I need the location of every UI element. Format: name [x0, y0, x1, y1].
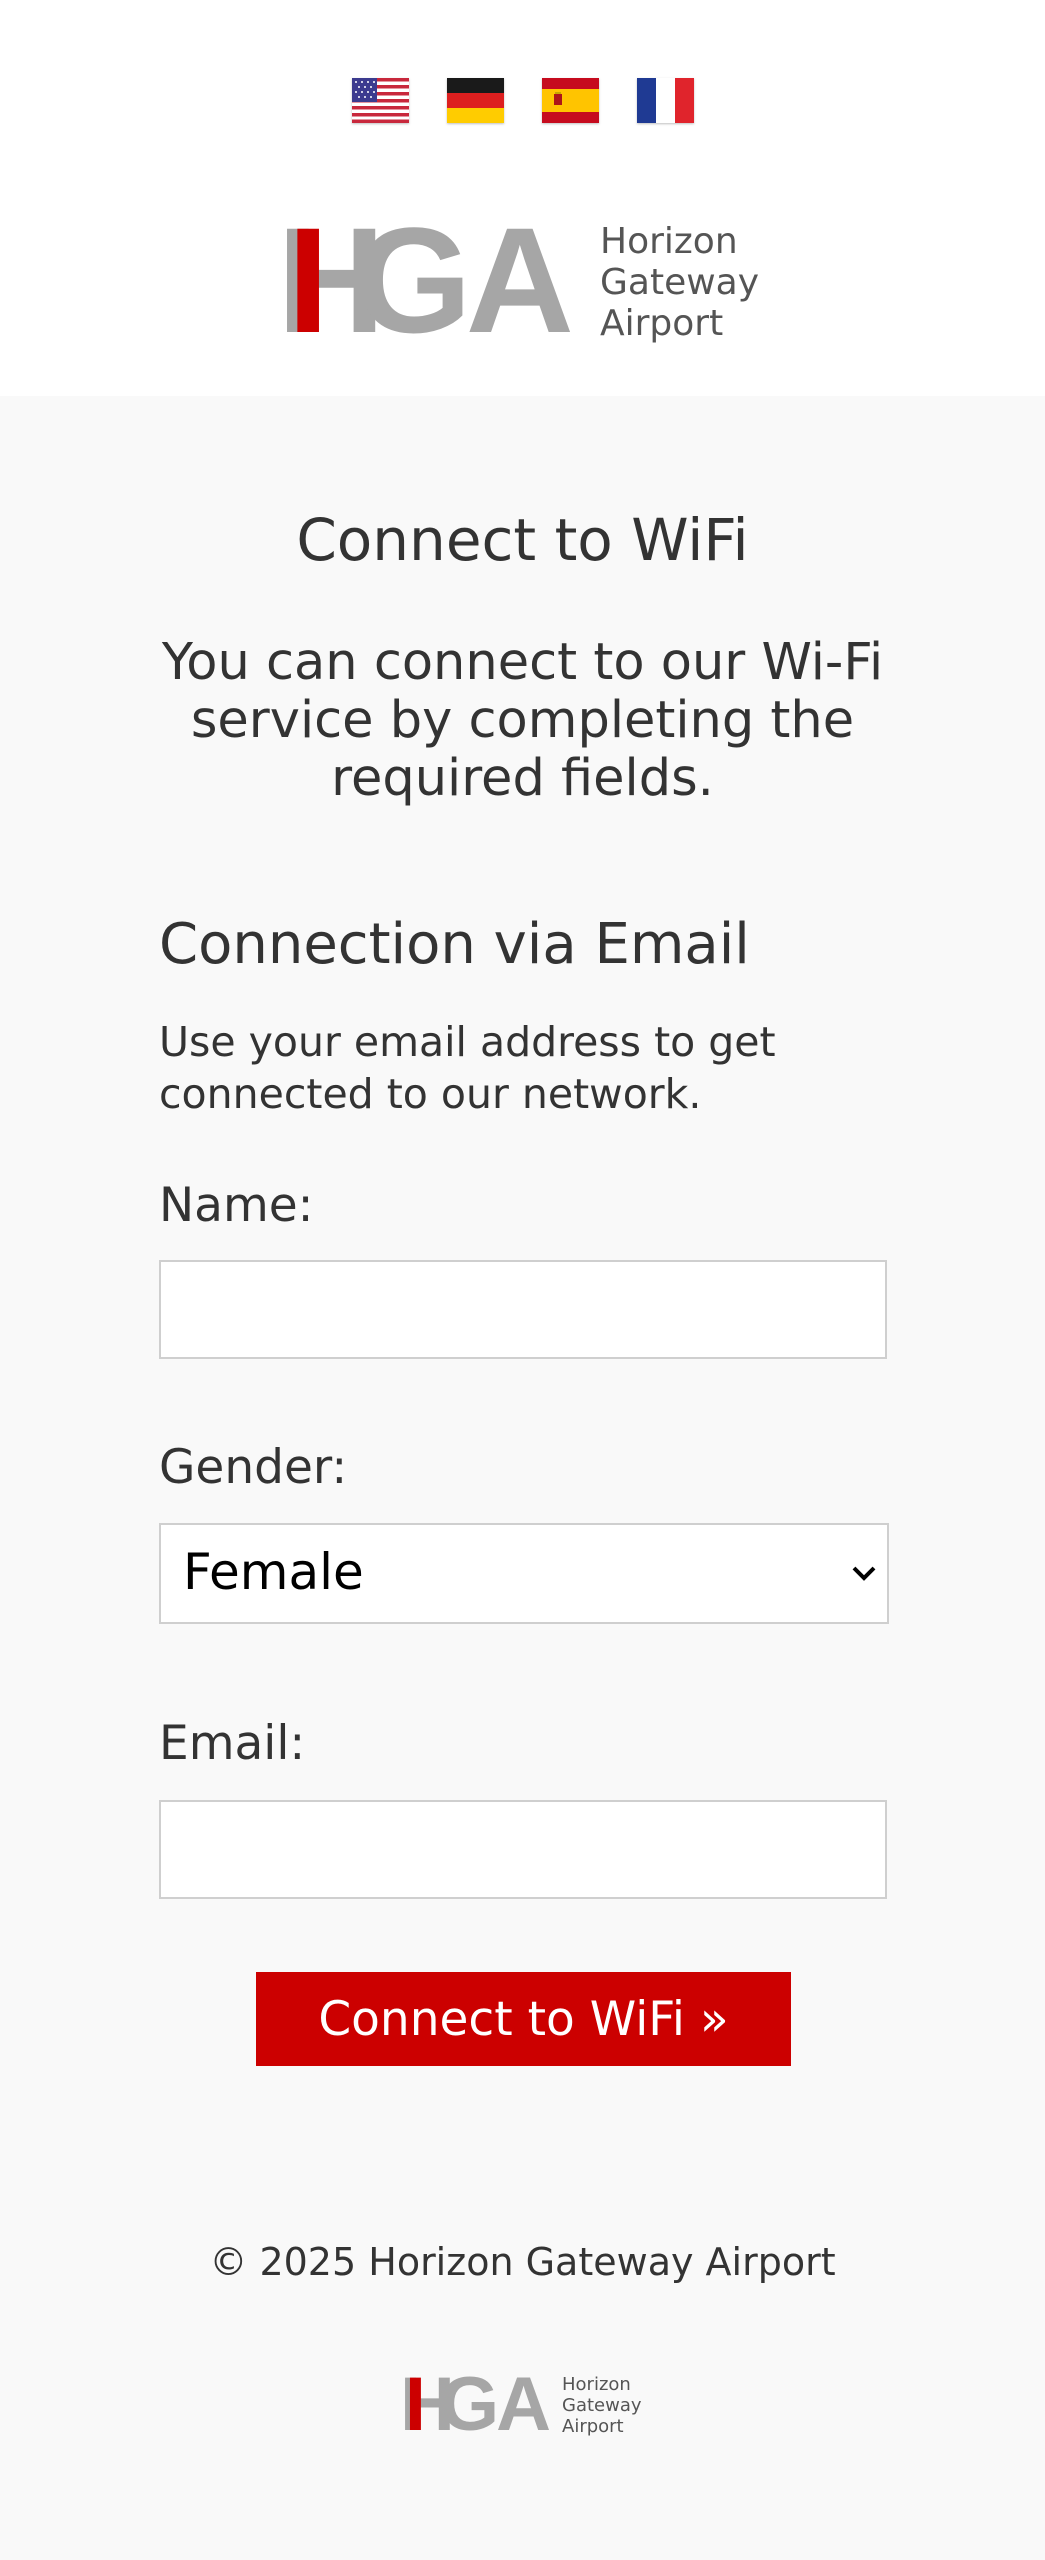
- logo-initials: HI GA: [277, 220, 571, 345]
- name-input[interactable]: [159, 1260, 887, 1359]
- footer-logo: HI GA Horizon Gateway Airport: [400, 2372, 642, 2438]
- logo-line-3: Airport: [600, 303, 723, 344]
- section-title: Connection via Email: [159, 912, 750, 977]
- airport-logo: HI GA Horizon Gateway Airport: [277, 220, 759, 345]
- france-flag-icon[interactable]: [636, 78, 694, 123]
- logo-line-2: Gateway: [600, 262, 759, 303]
- page-header: HI GA Horizon Gateway Airport: [0, 0, 1045, 396]
- footer-logo-line-2: Gateway: [562, 2395, 642, 2416]
- footer-logo-initials: HI GA: [400, 2372, 549, 2438]
- footer-logo-line-3: Airport: [562, 2416, 624, 2437]
- logo-line-1: Horizon: [600, 221, 738, 262]
- language-selector: [0, 78, 1045, 123]
- section-description: Use your email address to get connected …: [159, 1018, 776, 1118]
- gender-label: Gender:: [159, 1440, 348, 1495]
- intro-text: You can connect to our Wi-Fi service by …: [161, 633, 884, 808]
- germany-flag-icon[interactable]: [446, 78, 504, 123]
- page-title: Connect to WiFi: [296, 506, 749, 574]
- chevron-down-icon: [852, 1566, 876, 1581]
- us-flag-icon[interactable]: [351, 78, 409, 123]
- email-input[interactable]: [159, 1800, 887, 1899]
- email-label: Email:: [159, 1716, 306, 1771]
- footer-logo-line-1: Horizon: [562, 2374, 631, 2395]
- name-label: Name:: [159, 1178, 314, 1233]
- copyright-text: © 2025 Horizon Gateway Airport: [209, 2240, 836, 2284]
- spain-flag-icon[interactable]: [541, 78, 599, 123]
- gender-select[interactable]: Female: [159, 1523, 889, 1624]
- connect-wifi-button[interactable]: Connect to WiFi »: [256, 1972, 791, 2066]
- gender-selected-value: Female: [183, 1543, 364, 1601]
